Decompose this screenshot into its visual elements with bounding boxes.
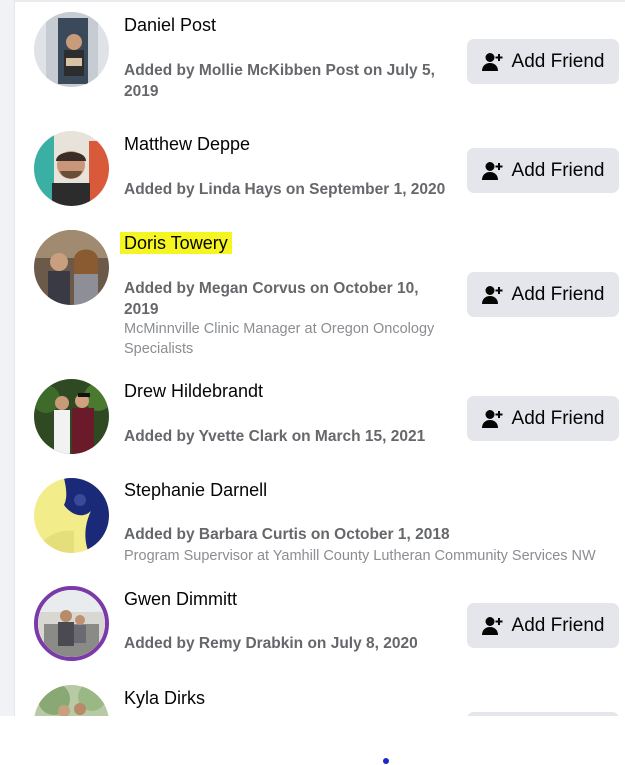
- added-by-text: Added by Remy Drabkin on July 8, 2020: [124, 635, 418, 652]
- add-friend-button[interactable]: Add Friend: [467, 148, 619, 193]
- cursor-dot: [383, 758, 389, 764]
- added-by-text: Added by Yvette Clark on March 15, 2021: [124, 428, 426, 445]
- add-friend-label: Add Friend: [511, 283, 605, 305]
- person-name[interactable]: Drew Hildebrandt: [124, 380, 263, 402]
- person-name[interactable]: Doris Towery: [120, 232, 232, 254]
- added-by-text: Added by Mollie McKibben Post on July 5,…: [124, 62, 435, 100]
- avatar[interactable]: [34, 12, 109, 87]
- friends-suggestion-list: Daniel Post Added by Mollie McKibben Pos…: [0, 0, 625, 716]
- person-name[interactable]: Stephanie Darnell: [124, 479, 267, 501]
- avatar[interactable]: [34, 230, 109, 305]
- add-friend-button[interactable]: Add Friend: [467, 272, 619, 317]
- add-person-icon: [481, 285, 504, 305]
- person-name[interactable]: Daniel Post: [124, 14, 216, 36]
- avatar[interactable]: [34, 586, 109, 661]
- add-friend-button[interactable]: Add Friend: [467, 603, 619, 648]
- work-detail: McMinnville Clinic Manager at Oregon Onc…: [124, 321, 435, 357]
- add-friend-button[interactable]: [467, 712, 619, 716]
- add-person-icon: [481, 616, 504, 636]
- work-detail: Program Supervisor at Yamhill County Lut…: [124, 548, 596, 564]
- avatar[interactable]: [34, 478, 109, 553]
- person-name[interactable]: Matthew Deppe: [124, 133, 250, 155]
- add-friend-button[interactable]: Add Friend: [467, 396, 619, 441]
- add-friend-label: Add Friend: [511, 159, 605, 181]
- avatar[interactable]: [34, 131, 109, 206]
- avatar[interactable]: [34, 379, 109, 454]
- add-person-icon: [481, 161, 504, 181]
- add-person-icon: [481, 52, 504, 72]
- add-friend-label: Add Friend: [511, 407, 605, 429]
- added-by-text: Added by Linda Hays on September 1, 2020: [124, 181, 446, 198]
- add-friend-button[interactable]: Add Friend: [467, 39, 619, 84]
- add-friend-label: Add Friend: [511, 614, 605, 636]
- added-by-text: Added by Megan Corvus on October 10, 201…: [124, 280, 419, 318]
- added-by-text: Added by Barbara Curtis on October 1, 20…: [124, 526, 450, 543]
- add-friend-label: Add Friend: [511, 50, 605, 72]
- avatar[interactable]: [34, 685, 109, 716]
- add-person-icon: [481, 409, 504, 429]
- person-name[interactable]: Gwen Dimmitt: [124, 588, 237, 610]
- person-name[interactable]: Kyla Dirks: [124, 687, 205, 709]
